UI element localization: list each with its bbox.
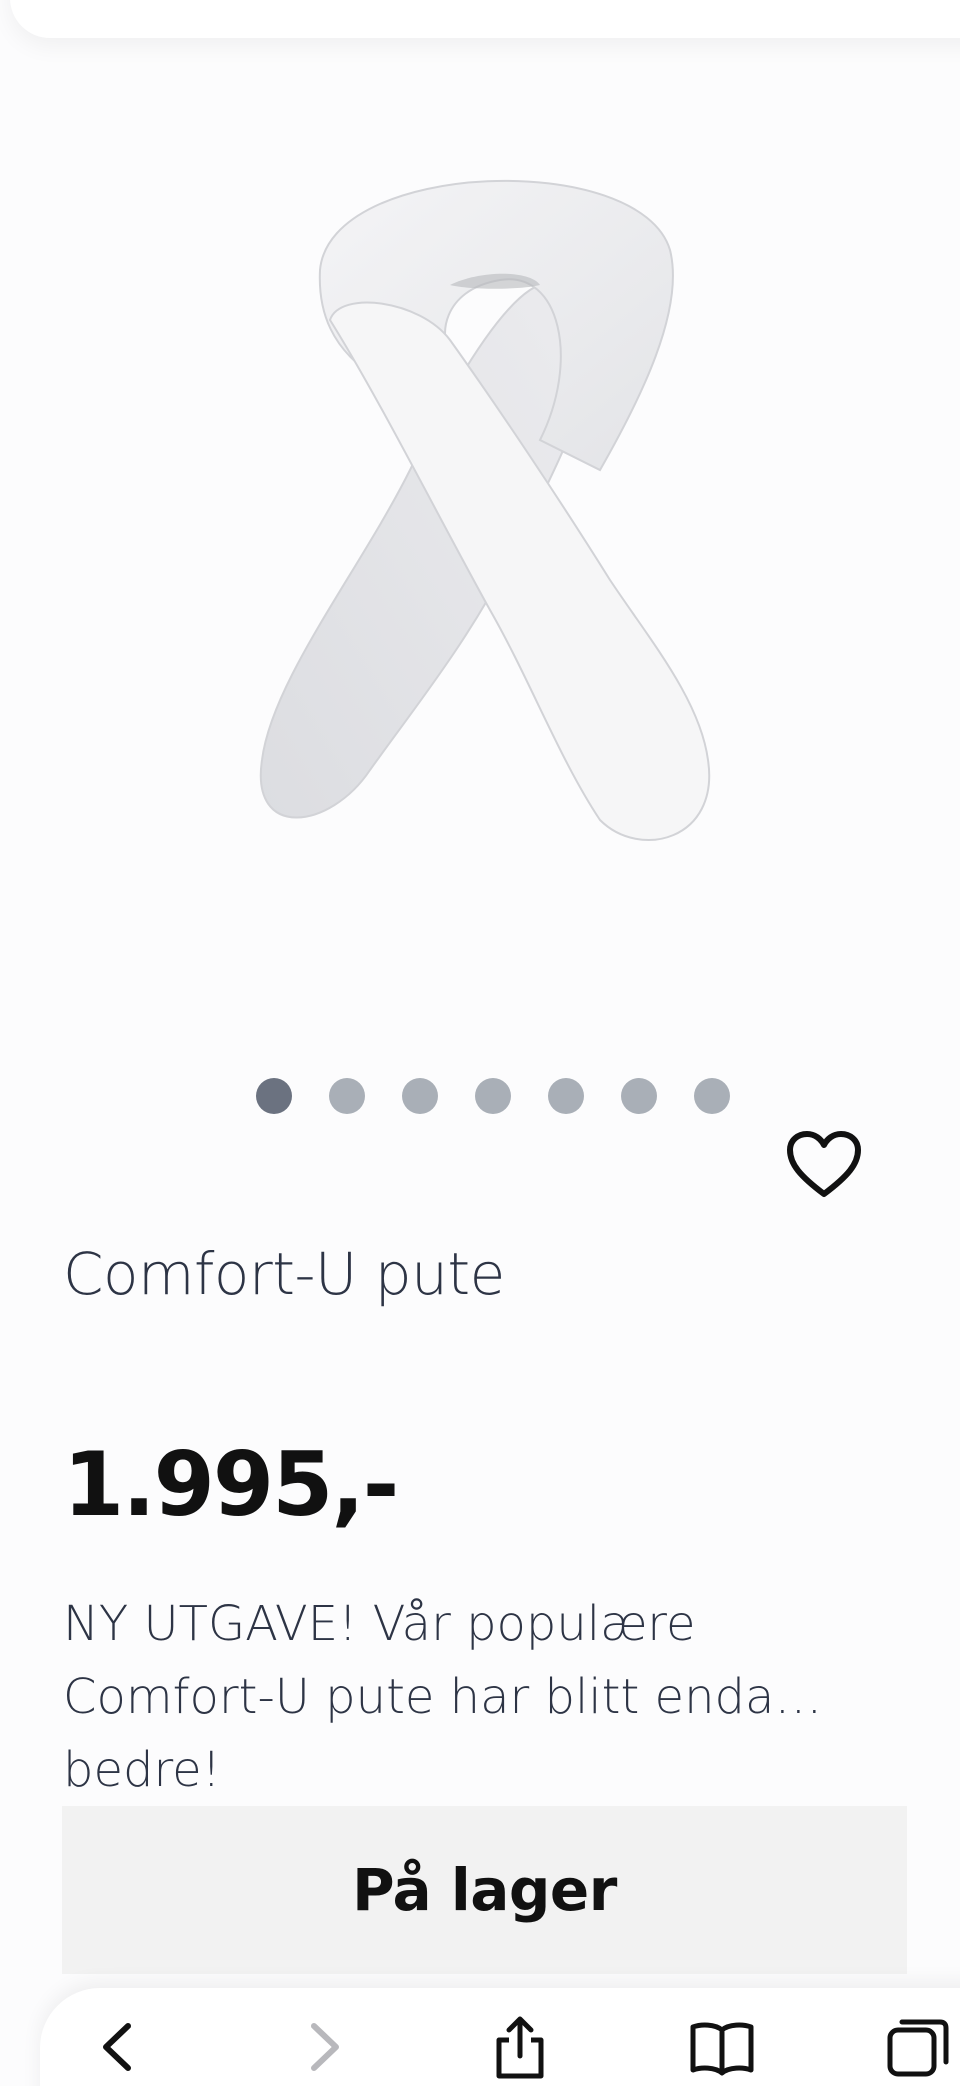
top-header	[10, 0, 960, 38]
product-title: Comfort-U pute	[63, 1240, 505, 1308]
product-page: Comfort-U pute 1.995,- NY UTGAVE! Vår po…	[0, 0, 960, 2086]
share-icon[interactable]	[485, 2012, 555, 2082]
carousel-dot[interactable]	[256, 1078, 292, 1114]
tabs-icon[interactable]	[884, 2012, 954, 2082]
chevron-right-icon[interactable]	[288, 2012, 358, 2082]
stock-status-button[interactable]: På lager	[62, 1806, 907, 1974]
product-image[interactable]	[0, 140, 960, 940]
carousel-dot[interactable]	[548, 1078, 584, 1114]
heart-icon[interactable]	[786, 1130, 862, 1200]
carousel-dot[interactable]	[329, 1078, 365, 1114]
carousel-dot[interactable]	[621, 1078, 657, 1114]
product-price: 1.995,-	[63, 1433, 399, 1536]
carousel-dot[interactable]	[694, 1078, 730, 1114]
product-description: NY UTGAVE! Vår populære Comfort-U pute h…	[63, 1596, 823, 1798]
chevron-left-icon[interactable]	[84, 2012, 154, 2082]
carousel-dot[interactable]	[475, 1078, 511, 1114]
image-carousel-dots	[256, 1078, 730, 1114]
carousel-dot[interactable]	[402, 1078, 438, 1114]
book-icon[interactable]	[687, 2012, 757, 2082]
